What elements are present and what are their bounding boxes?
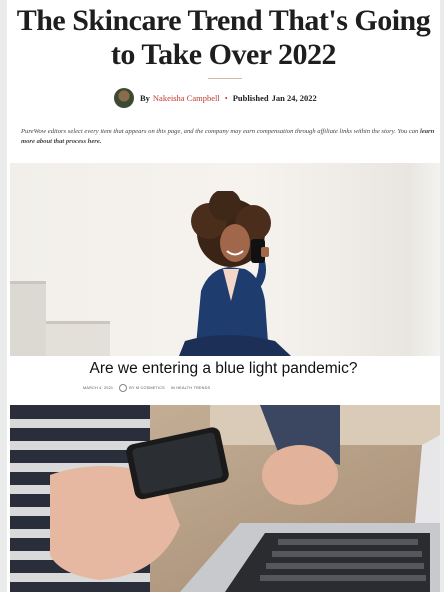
- phone-laptop-illustration: [10, 405, 440, 592]
- author-link[interactable]: Nakeisha Campbell: [153, 93, 220, 103]
- affiliate-disclosure: PureWow editors select every item that a…: [21, 127, 436, 147]
- second-image: [10, 405, 440, 592]
- byline-separator: •: [224, 93, 228, 103]
- byline: By Nakeisha Campbell • Published Jan 24,…: [114, 87, 317, 109]
- hero-right-edge: [410, 163, 440, 356]
- card-author-icon: [119, 384, 128, 392]
- published-label: Published: [232, 93, 269, 103]
- byline-by: By: [140, 93, 150, 103]
- title-divider: [208, 78, 242, 79]
- hero-image: [10, 163, 440, 356]
- card-date: MARCH 4, 2021: [83, 386, 114, 390]
- card-author[interactable]: BY M COSMETICS: [129, 386, 165, 390]
- stairs-graphic: [10, 281, 110, 356]
- card-category[interactable]: IN HEALTH TRENDS: [171, 386, 210, 390]
- published-date: Jan 24, 2022: [271, 93, 317, 103]
- disclosure-text: PureWow editors select every item that a…: [21, 128, 420, 135]
- author-avatar[interactable]: [114, 88, 134, 108]
- article-page: The Skincare Trend That's Going to Take …: [7, 0, 440, 592]
- woman-selfie-illustration: [179, 191, 291, 356]
- article-headline: The Skincare Trend That's Going to Take …: [16, 4, 431, 71]
- card-title[interactable]: Are we entering a blue light pandemic?: [7, 360, 440, 378]
- card-meta: MARCH 4, 2021 BY M COSMETICS IN HEALTH T…: [83, 383, 210, 393]
